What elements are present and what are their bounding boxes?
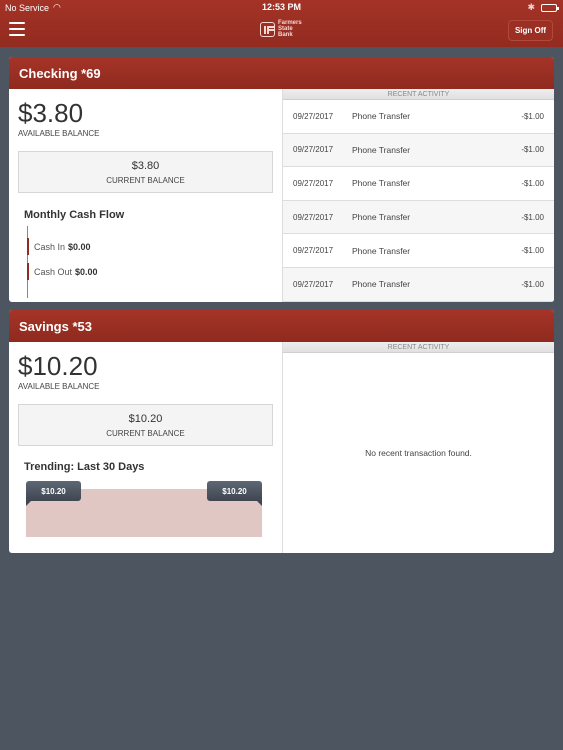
transaction-date: 09/27/2017 [293,212,334,222]
transaction-description: Phone Transfer [352,279,411,290]
trending-title: Trending: Last 30 Days [24,461,145,473]
transaction-date: 09/27/2017 [293,279,334,289]
account-card-savings[interactable]: Savings *53 $10.20 AVAILABLE BALANCE $10… [9,310,554,553]
current-balance-box: $10.20 CURRENT BALANCE [18,404,273,446]
status-right: ✱ [527,2,559,13]
bank-logo: Farmers State Bank [260,20,302,38]
empty-message: No recent transaction found. [365,448,472,458]
current-balance: $10.20 [128,413,163,425]
transaction-amount: -$1.00 [521,111,544,121]
recent-activity-header: RECENT ACTIVITY [283,89,554,100]
trend-end-tag: $10.20 [207,481,262,506]
transaction-amount: -$1.00 [521,212,544,222]
cash-out-row: Cash Out $0.00 [27,263,98,280]
transaction-row[interactable]: 09/27/2017 Phone Transfer -$1.00 [283,200,554,235]
recent-activity-panel: RECENT ACTIVITY No recent transaction fo… [282,342,554,553]
transaction-row[interactable]: 09/27/2017 Phone Transfer -$1.00 [283,167,554,201]
balance-panel: $10.20 AVAILABLE BALANCE $10.20 CURRENT … [9,342,282,553]
transaction-description: Phone Transfer [352,111,411,122]
transaction-row[interactable]: 09/27/2017 Phone Transfer -$1.00 [283,100,554,134]
trend-chart: $10.20 $10.20 [26,481,262,541]
transaction-row[interactable]: 09/27/2017 Phone Transfer -$1.00 [283,234,554,268]
cash-out-value: $0.00 [75,266,98,277]
transaction-amount: -$1.00 [521,279,544,289]
account-card-checking[interactable]: Checking *69 $3.80 AVAILABLE BALANCE $3.… [9,57,554,302]
current-balance-label: CURRENT BALANCE [106,176,185,185]
trend-start-tag: $10.20 [26,481,81,506]
available-balance: $10.20 [18,351,98,381]
transaction-row[interactable]: 09/27/2017 Phone Transfer -$1.00 [283,133,554,168]
bluetooth-icon: ✱ [527,2,535,12]
sign-off-button[interactable]: Sign Off [508,20,553,41]
battery-icon [541,3,559,12]
current-balance: $3.80 [131,160,160,172]
transaction-amount: -$1.00 [521,246,544,256]
transaction-date: 09/27/2017 [293,178,334,188]
cash-in-label: Cash In [34,241,66,252]
transaction-description: Phone Transfer [352,245,411,256]
transaction-date: 09/27/2017 [293,145,334,155]
transaction-description: Phone Transfer [352,178,411,189]
transaction-description: Phone Transfer [352,144,411,155]
current-balance-box: $3.80 CURRENT BALANCE [18,151,273,193]
account-title[interactable]: Checking *69 [9,57,554,89]
transaction-description: Phone Transfer [352,212,411,223]
current-balance-label: CURRENT BALANCE [106,429,185,438]
transaction-amount: -$1.00 [521,145,544,155]
transaction-row[interactable]: 09/27/2017 Phone Transfer -$1.00 [283,267,554,302]
available-balance-label: AVAILABLE BALANCE [18,129,100,138]
top-bar: No Service ◠ 12:53 PM ✱ Farmers State Ba… [0,0,563,47]
recent-activity-header: RECENT ACTIVITY [283,342,554,353]
logo-mark-icon [260,21,275,37]
hamburger-menu-icon[interactable] [9,22,25,36]
transaction-date: 09/27/2017 [293,246,334,256]
balance-panel: $3.80 AVAILABLE BALANCE $3.80 CURRENT BA… [9,89,282,300]
account-title[interactable]: Savings *53 [9,310,554,342]
transaction-date: 09/27/2017 [293,111,334,121]
available-balance: $3.80 [18,98,84,128]
cash-flow-title: Monthly Cash Flow [24,209,125,221]
cash-out-label: Cash Out [34,266,73,277]
available-balance-label: AVAILABLE BALANCE [18,382,100,391]
recent-activity-panel: RECENT ACTIVITY 09/27/2017 Phone Transfer… [282,89,554,302]
logo-line: Bank [278,32,293,38]
cash-in-row: Cash In $0.00 [27,238,91,255]
cash-in-value: $0.00 [68,241,91,252]
transaction-amount: -$1.00 [521,178,544,188]
cash-flow-chart: Cash In $0.00 Cash Out $0.00 [27,226,273,298]
logo-text: Farmers State Bank [278,20,302,38]
status-time: 12:53 PM [261,2,302,12]
transaction-list: 09/27/2017 Phone Transfer -$1.00 09/27/2017… [283,100,554,302]
